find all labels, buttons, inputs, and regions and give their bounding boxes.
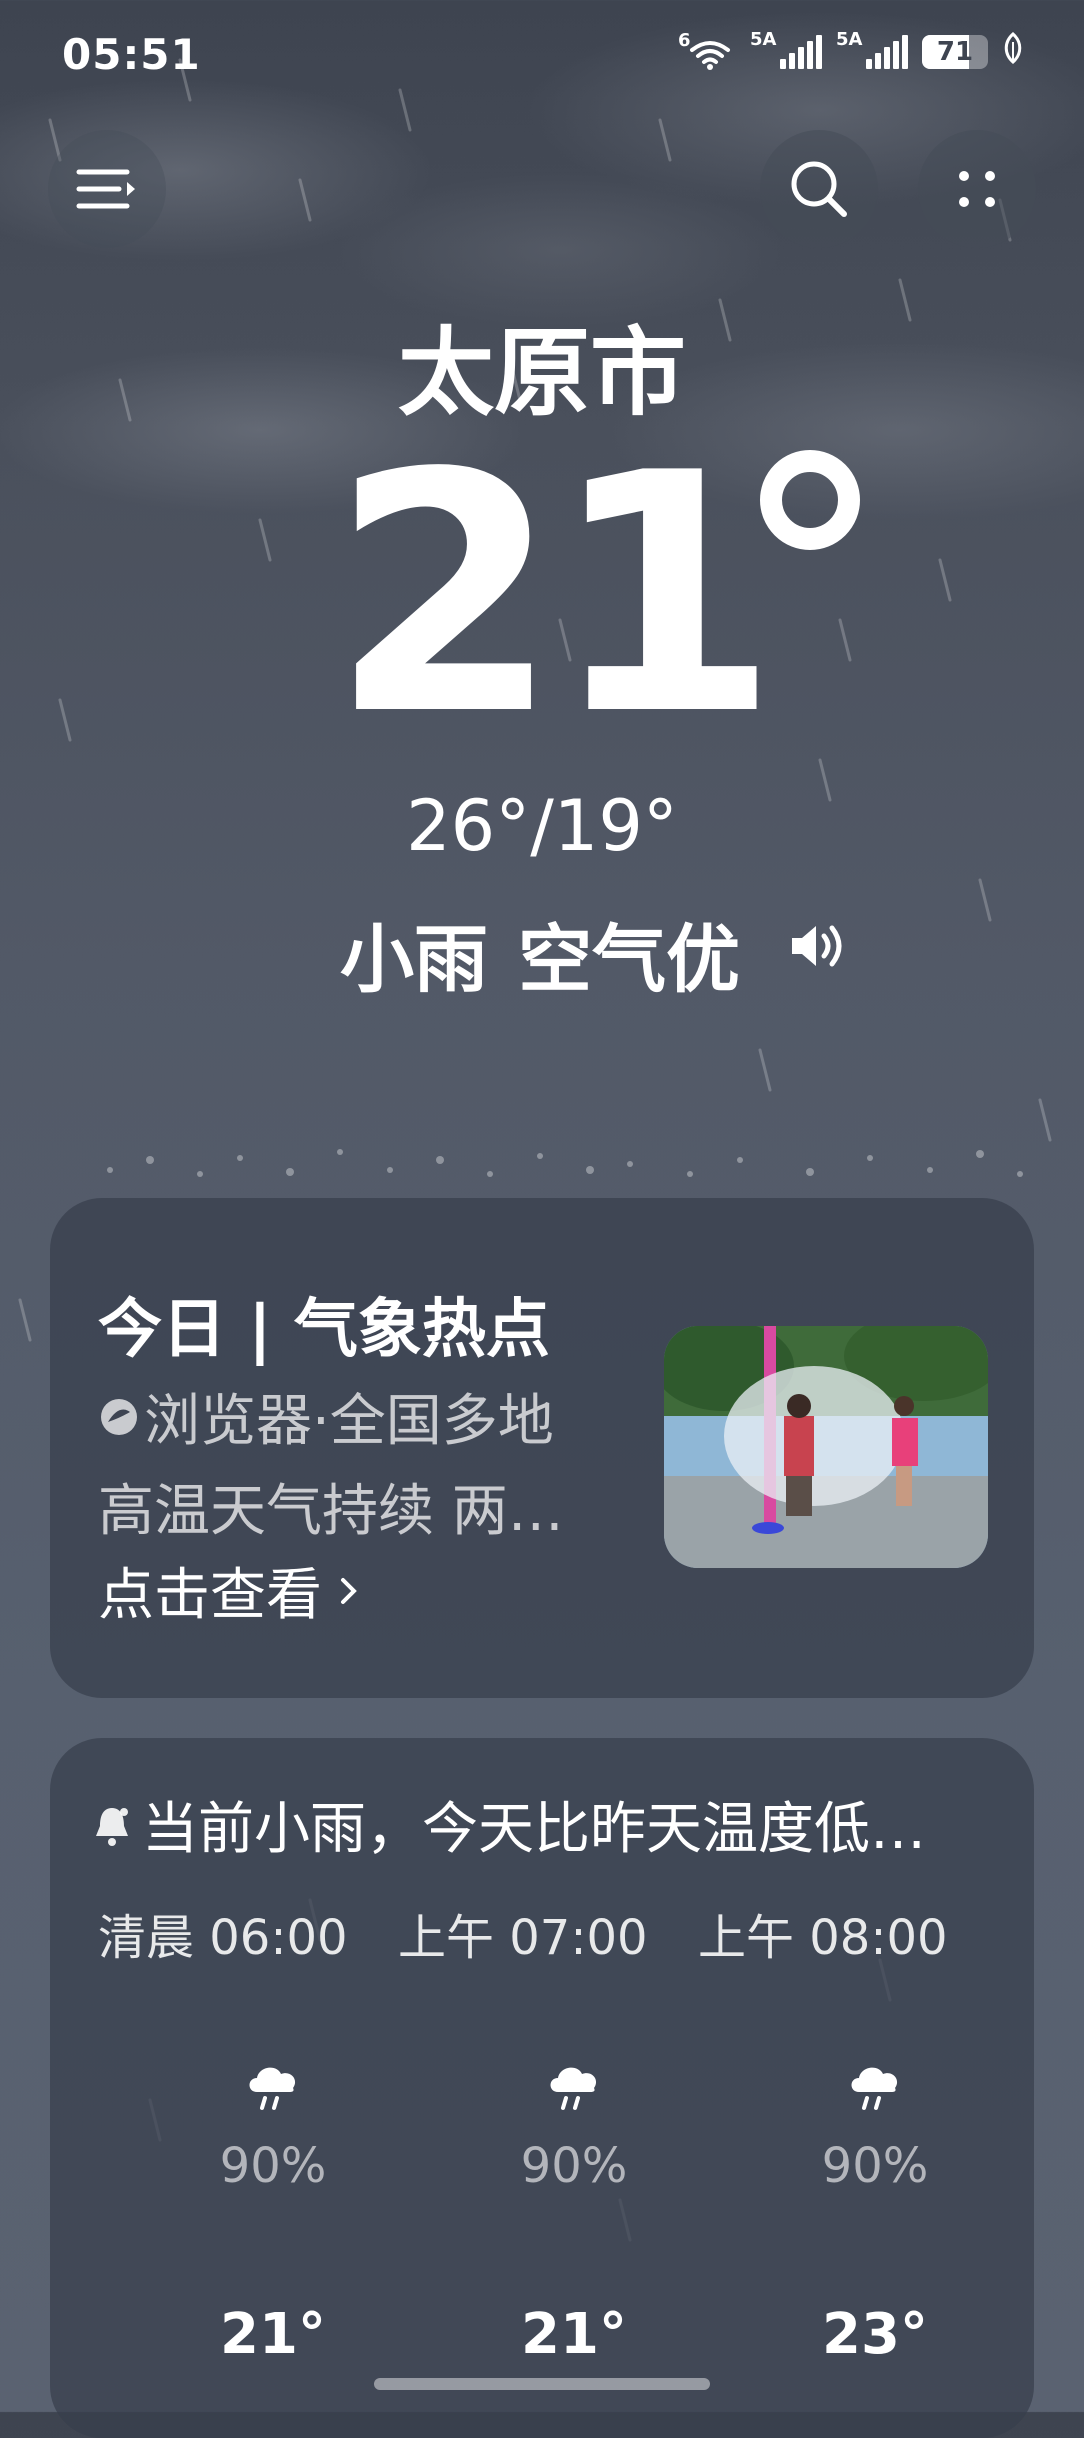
menu-icon <box>76 169 135 209</box>
leaf-icon <box>1002 31 1024 71</box>
temperature-range: 26°/19° <box>406 785 678 867</box>
battery-icon: 71 <box>922 34 988 69</box>
rain-probability: 90% <box>219 2138 327 2194</box>
browser-icon <box>101 1398 137 1435</box>
bell-icon <box>96 1807 128 1846</box>
status-time: 05:51 <box>62 30 201 79</box>
weather-hotspot-card[interactable]: 今日 | 气象热点 浏览器·全国多地 高温天气持续 两… 点击查看 <box>50 1198 1034 1698</box>
hotspot-line1: 浏览器·全国多地 <box>144 1389 554 1454</box>
current-temperature: 21 <box>330 403 779 787</box>
hour-temperature: 21° <box>220 2302 326 2367</box>
status-bar: 05:51 6 5A 5A 71 <box>0 0 1084 110</box>
home-indicator[interactable] <box>374 2378 710 2390</box>
air-quality[interactable]: 空气优 <box>518 900 740 1007</box>
search-button[interactable] <box>760 130 878 248</box>
wifi-label: 6 <box>678 29 691 51</box>
hotspot-source-line: 浏览器·全国多地 <box>98 1376 554 1457</box>
weather-condition: 小雨 <box>340 917 488 1003</box>
light-rain-icon <box>550 2067 597 2110</box>
hour-label: 清晨 06:00 <box>98 1910 348 1966</box>
hour-label: 上午 08:00 <box>698 1910 948 1966</box>
hotspot-line2: 高温天气持续 两… <box>98 1479 564 1544</box>
hour-labels: 清晨 06:00 上午 07:00 上午 08:00 <box>98 1898 998 1968</box>
grid-dots-icon <box>959 171 995 207</box>
forecast-alert: 当前小雨，今天比昨天温度低… <box>92 1784 926 1865</box>
hour-column[interactable]: 90% 21° <box>123 2058 423 2367</box>
light-rain-icon <box>851 2067 898 2110</box>
hour-temperature: 23° <box>822 2302 928 2367</box>
signal1-label: 5A <box>750 28 777 50</box>
search-icon <box>791 161 847 217</box>
chevron-right-icon <box>341 1577 357 1604</box>
hotspot-title: 今日 | 气象热点 <box>98 1293 550 1367</box>
hour-temperature: 21° <box>521 2302 627 2367</box>
wifi-icon: 6 <box>678 30 736 70</box>
hour-column[interactable]: 90% 21° <box>424 2058 724 2367</box>
hour-label: 上午 07:00 <box>398 1910 648 1966</box>
rain-splash-effect <box>107 1149 1023 1177</box>
signal2-label: 5A <box>836 28 863 50</box>
light-rain-icon <box>249 2067 296 2110</box>
rain-probability: 90% <box>821 2138 929 2194</box>
more-button[interactable] <box>918 130 1036 248</box>
speaker-button[interactable] <box>788 920 848 976</box>
view-link-label: 点击查看 <box>98 1563 322 1628</box>
hotspot-image[interactable] <box>664 1326 988 1568</box>
battery-level: 71 <box>936 36 974 67</box>
rain-probability: 90% <box>520 2138 628 2194</box>
condition-row: 小雨 空气优 <box>340 900 740 1007</box>
speaker-icon <box>792 925 842 967</box>
status-icons: 6 5A 5A 71 <box>678 29 1024 71</box>
degree-symbol <box>760 450 860 550</box>
hourly-forecast-card[interactable]: 当前小雨，今天比昨天温度低… 清晨 06:00 上午 07:00 上午 08:0… <box>50 1738 1034 2438</box>
view-link[interactable]: 点击查看 <box>98 1550 358 1631</box>
signal-icon-2: 5A <box>836 29 908 69</box>
menu-button[interactable] <box>48 130 166 248</box>
forecast-alert-text: 当前小雨，今天比昨天温度低… <box>142 1797 926 1862</box>
signal-icon-1: 5A <box>750 29 822 69</box>
hour-column[interactable]: 90% 23° <box>725 2058 1025 2367</box>
